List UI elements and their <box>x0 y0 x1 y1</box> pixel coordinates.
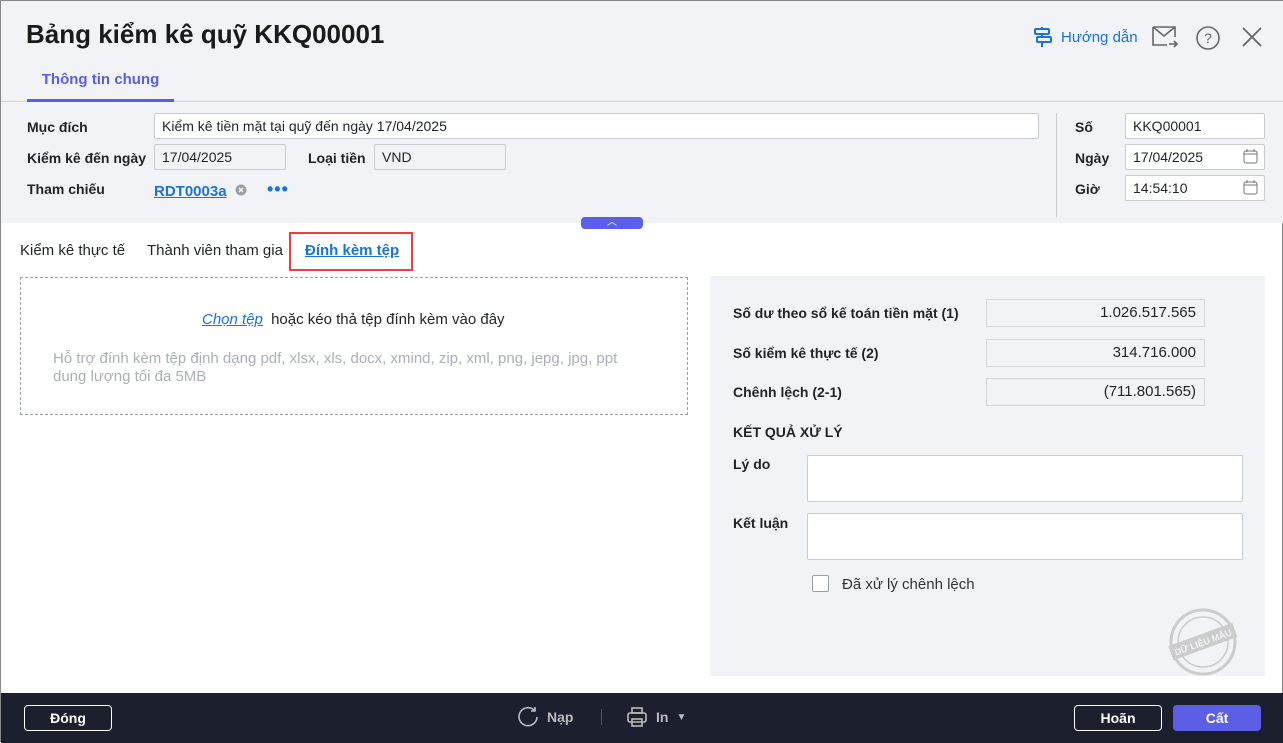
header <box>1 1 1283 102</box>
file-format-hint: Hỗ trợ đính kèm tệp định dạng pdf, xlsx,… <box>53 350 618 367</box>
more-options-icon[interactable]: ••• <box>267 179 289 200</box>
conclusion-label: Kết luận <box>733 515 789 531</box>
svg-text:?: ? <box>1204 30 1212 46</box>
reason-textarea[interactable] <box>807 455 1243 502</box>
signpost-icon <box>1034 27 1052 47</box>
divider <box>1056 113 1057 217</box>
count-to-date-label: Kiểm kê đến ngày <box>27 150 147 166</box>
close-button[interactable]: Đóng <box>24 705 112 731</box>
close-icon[interactable] <box>1241 26 1263 48</box>
tab-actual-count[interactable]: Kiểm kê thực tế <box>20 242 125 259</box>
file-drop-zone[interactable] <box>20 277 688 415</box>
time-label: Giờ <box>1075 181 1100 197</box>
refresh-icon <box>518 706 538 727</box>
reason-label: Lý do <box>733 456 771 472</box>
date-label: Ngày <box>1075 150 1110 166</box>
guide-link[interactable]: Hướng dẫn <box>1033 26 1138 48</box>
currency-input: VND <box>374 144 506 170</box>
reference-label: Tham chiếu <box>27 181 105 197</box>
dropdown-arrow-icon[interactable]: ▼ <box>676 712 686 723</box>
print-button[interactable]: In ▼ <box>626 706 686 728</box>
calendar-icon[interactable] <box>1243 149 1258 164</box>
print-label: In <box>656 709 669 725</box>
purpose-input[interactable]: Kiểm kê tiền mặt tại quỹ đến ngày 17/04/… <box>154 113 1039 139</box>
choose-file-link[interactable]: Chọn tệp <box>202 311 263 328</box>
send-email-icon[interactable] <box>1151 25 1179 49</box>
guide-label: Hướng dẫn <box>1061 28 1138 46</box>
result-title: KẾT QUẢ XỬ LÝ <box>733 424 843 440</box>
defer-button[interactable]: Hoãn <box>1074 705 1162 731</box>
page-title: Bảng kiểm kê quỹ KKQ00001 <box>26 19 385 49</box>
conclusion-textarea[interactable] <box>807 513 1243 560</box>
actual-count-label: Số kiểm kê thực tế (2) <box>733 345 879 361</box>
tab-attachments[interactable]: Đính kèm tệp <box>305 242 399 259</box>
tab-general-info[interactable]: Thông tin chung <box>27 63 174 102</box>
reference-link[interactable]: RDT0003a <box>154 183 227 200</box>
resolved-label: Đã xử lý chênh lệch <box>842 576 975 593</box>
difference-label: Chênh lệch (2-1) <box>733 384 842 400</box>
reload-button[interactable]: Nạp <box>517 706 573 728</box>
actual-count-value: 314.716.000 <box>986 339 1205 367</box>
separator <box>601 709 602 725</box>
currency-label: Loại tiền <box>308 150 366 166</box>
file-size-hint: dung lượng tối đa 5MB <box>53 368 207 385</box>
number-input[interactable]: KKQ00001 <box>1125 113 1265 139</box>
drop-text: hoặc kéo thả tệp đính kèm vào đây <box>271 311 505 328</box>
printer-icon <box>627 707 647 727</box>
save-button[interactable]: Cất <box>1173 705 1261 731</box>
clock-picker-icon[interactable] <box>1243 180 1258 195</box>
difference-value: (711.801.565) <box>986 378 1205 406</box>
count-to-date-input: 17/04/2025 <box>154 144 286 170</box>
help-icon[interactable]: ? <box>1195 25 1221 51</box>
book-balance-value: 1.026.517.565 <box>986 299 1205 327</box>
sample-data-stamp: DỮ LIỆU MẪU <box>1168 608 1238 676</box>
book-balance-label: Số dư theo sổ kế toán tiền mặt (1) <box>733 305 959 321</box>
number-label: Số <box>1075 119 1093 135</box>
reload-label: Nạp <box>547 709 574 725</box>
resolved-checkbox[interactable] <box>812 575 829 592</box>
purpose-label: Mục đích <box>27 119 88 135</box>
remove-reference-icon[interactable] <box>235 184 247 196</box>
tab-members[interactable]: Thành viên tham gia <box>147 242 283 259</box>
collapse-button[interactable]: ︿ <box>581 217 643 229</box>
